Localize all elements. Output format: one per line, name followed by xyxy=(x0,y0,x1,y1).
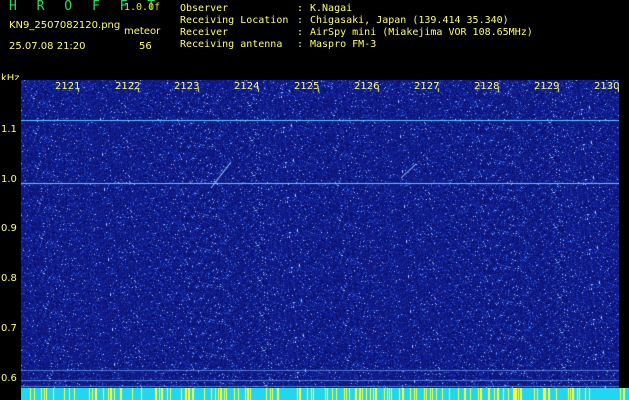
spectrogram-canvas xyxy=(21,80,619,394)
x-tick-label: 2130 xyxy=(594,81,620,92)
y-tick-label: 1.0 xyxy=(1,174,17,185)
x-tick-label: 2127 xyxy=(414,81,440,92)
location-label: Receiving Location xyxy=(180,15,289,26)
y-tick-label: 1.1 xyxy=(1,124,17,135)
y-tick-label: 0.8 xyxy=(1,273,17,284)
header-panel: H R O F F T 1.0.0f KN9_2507082120.png me… xyxy=(0,0,629,84)
receiver-label: Receiver xyxy=(180,27,229,38)
version-label: 1.0.0f xyxy=(124,2,161,13)
bottom-band-canvas xyxy=(21,388,629,400)
filename-label: KN9_2507082120.png xyxy=(9,20,121,31)
x-tick-label: 2121 xyxy=(55,81,81,92)
location-value: Chigasaki, Japan (139.414 35.340) xyxy=(310,15,509,26)
y-tick-label: 0.6 xyxy=(1,373,17,384)
antenna-value: Maspro FM-3 xyxy=(310,39,377,50)
mode-label: meteor xyxy=(124,26,161,37)
y-axis: 1.1 1.0 0.9 0.8 0.7 0.6 xyxy=(0,80,21,400)
x-tick-label: 2124 xyxy=(234,81,260,92)
observer-sep: : xyxy=(297,3,304,14)
antenna-sep: : xyxy=(297,39,304,50)
right-margin xyxy=(619,80,629,400)
y-tick-label: 0.7 xyxy=(1,323,17,334)
spectrogram-plot[interactable] xyxy=(21,80,619,394)
x-tick-label: 2125 xyxy=(294,81,320,92)
location-sep: : xyxy=(297,15,304,26)
antenna-label: Receiving antenna xyxy=(180,39,283,50)
x-tick-label: 2123 xyxy=(174,81,200,92)
x-tick-label: 2128 xyxy=(474,81,500,92)
x-tick-label: 2129 xyxy=(534,81,560,92)
count-label: 56 xyxy=(139,41,152,52)
bottom-band xyxy=(21,388,629,400)
observer-label: Observer xyxy=(180,3,229,14)
y-tick-label: 0.9 xyxy=(1,223,17,234)
receiver-value: AirSpy mini (Miakejima VOR 108.65MHz) xyxy=(310,27,533,38)
datetime-label: 25.07.08 21:20 xyxy=(9,41,86,52)
receiver-sep: : xyxy=(297,27,304,38)
x-tick-label: 2122 xyxy=(115,81,141,92)
observer-value: K.Nagai xyxy=(310,3,353,14)
x-tick-label: 2126 xyxy=(354,81,380,92)
